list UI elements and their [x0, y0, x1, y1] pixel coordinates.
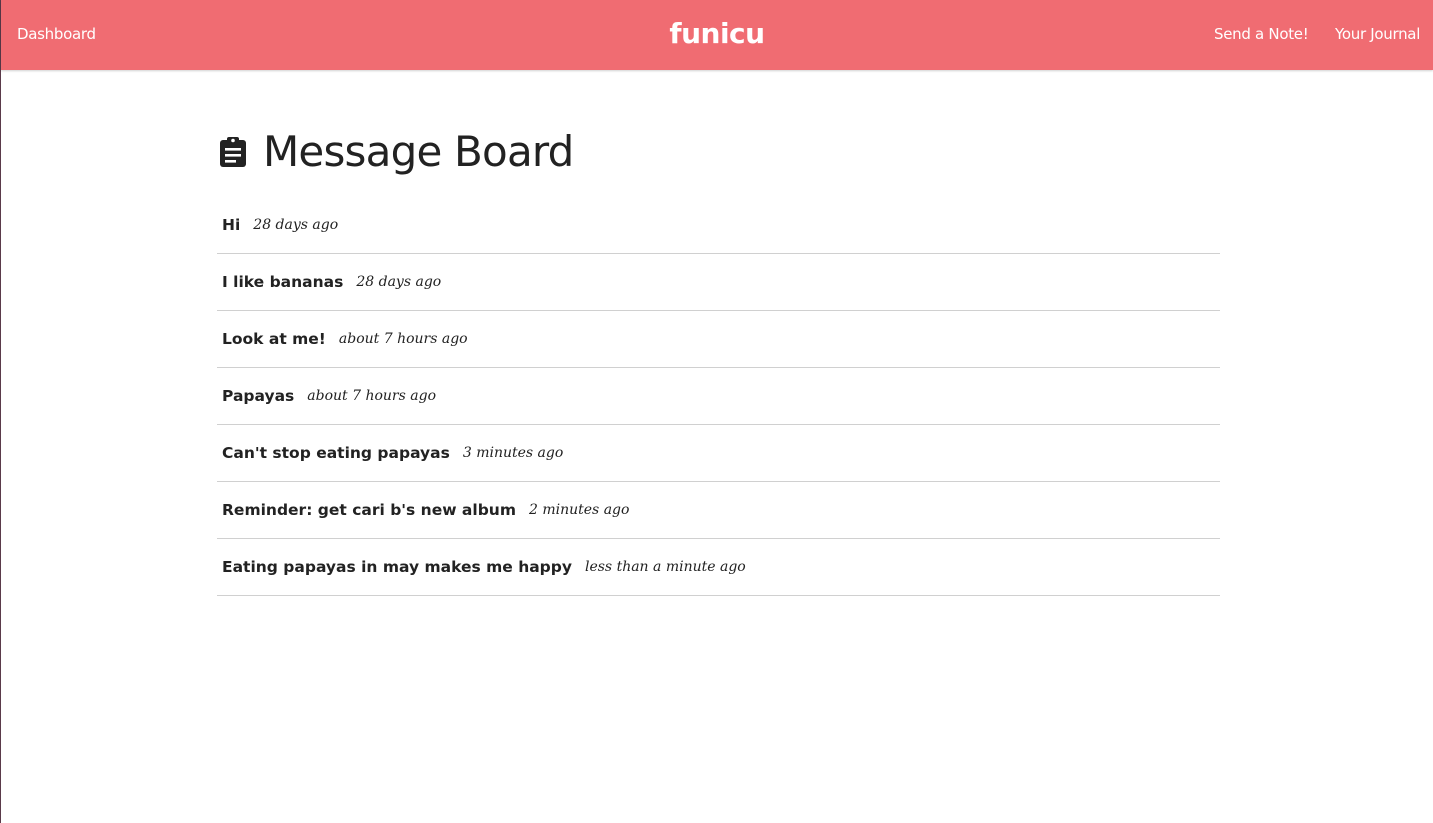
message-title: Reminder: get cari b's new album	[222, 501, 516, 519]
brand-logo-text[interactable]: funicu	[669, 17, 765, 50]
message-timestamp: about 7 hours ago	[307, 388, 436, 404]
message-timestamp: 3 minutes ago	[462, 445, 564, 461]
message-title: Papayas	[222, 387, 295, 405]
nav-dashboard-link[interactable]: Dashboard	[17, 24, 96, 44]
message-title: Can't stop eating papayas	[222, 444, 450, 462]
message-item[interactable]: Reminder: get cari b's new album 2 minut…	[217, 482, 1220, 539]
nav-your-journal-link[interactable]: Your Journal	[1335, 24, 1420, 44]
message-item[interactable]: Can't stop eating papayas 3 minutes ago	[217, 425, 1220, 482]
message-title: Look at me!	[222, 330, 326, 348]
message-title: I like bananas	[222, 273, 344, 291]
message-item[interactable]: Eating papayas in may makes me happy les…	[217, 539, 1220, 596]
message-timestamp: 28 days ago	[356, 274, 442, 290]
message-item[interactable]: I like bananas 28 days ago	[217, 254, 1220, 311]
message-timestamp: 28 days ago	[253, 217, 339, 233]
top-navbar: Dashboard funicu Send a Note! Your Journ…	[1, 0, 1433, 70]
message-timestamp: about 7 hours ago	[338, 331, 468, 347]
message-timestamp: less than a minute ago	[584, 559, 746, 575]
message-timestamp: 2 minutes ago	[529, 502, 630, 518]
message-list: Hi 28 days ago I like bananas 28 days ag…	[217, 197, 1220, 596]
page-title: Message Board	[263, 127, 574, 176]
message-item[interactable]: Hi 28 days ago	[217, 197, 1220, 254]
message-title: Hi	[222, 216, 241, 234]
page: Dashboard funicu Send a Note! Your Journ…	[0, 0, 1433, 823]
clipboard-icon	[219, 136, 247, 168]
message-item[interactable]: Papayas about 7 hours ago	[217, 368, 1220, 425]
message-item[interactable]: Look at me! about 7 hours ago	[217, 311, 1220, 368]
page-heading: Message Board	[219, 124, 574, 180]
nav-send-note-link[interactable]: Send a Note!	[1214, 24, 1309, 44]
message-title: Eating papayas in may makes me happy	[222, 558, 572, 576]
